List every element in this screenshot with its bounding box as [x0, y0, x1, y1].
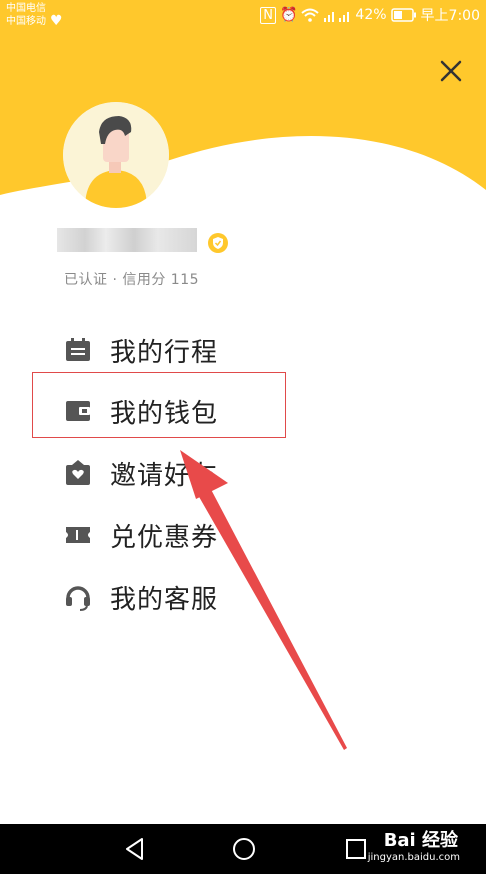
annotation-highlight-box	[32, 372, 286, 438]
nfc-icon: N	[260, 6, 276, 24]
status-bar: 中国电信 中国移动 ♥ N ⏰ 42% 早上7:00	[0, 0, 486, 32]
battery-percent: 42%	[355, 7, 387, 23]
wifi-icon	[301, 8, 320, 22]
user-avatar-icon	[63, 102, 169, 208]
menu-item-label: 我的客服	[110, 584, 219, 615]
navigation-bar: Bai 经验 jingyan.baidu.com	[0, 824, 486, 874]
menu-item-customer-service[interactable]: 我的客服	[62, 575, 302, 619]
menu-item-redeem-coupon[interactable]: 兑优惠券	[62, 513, 302, 557]
recent-apps-icon[interactable]	[343, 836, 369, 862]
close-icon[interactable]	[436, 56, 466, 86]
status-indicators: N ⏰ 42% 早上7:00	[260, 6, 480, 24]
heart-icon: ♥	[50, 13, 63, 29]
back-icon[interactable]	[122, 836, 148, 862]
carrier-info: 中国电信 中国移动 ♥	[6, 2, 63, 28]
menu-item-label: 我的行程	[110, 337, 219, 368]
watermark-brand: Bai 经验	[383, 830, 458, 851]
menu-item-label: 邀请好友	[110, 460, 219, 491]
ticket-icon	[62, 519, 94, 551]
menu-item-label: 兑优惠券	[110, 522, 219, 553]
avatar[interactable]	[63, 102, 169, 208]
verified-badge-icon	[208, 233, 228, 253]
verification-credit-score: 已认证 · 信用分 115	[64, 272, 200, 288]
watermark-url: jingyan.baidu.com	[367, 852, 460, 863]
home-icon[interactable]	[231, 836, 257, 862]
alarm-icon: ⏰	[279, 7, 298, 23]
carrier-2: 中国移动	[6, 16, 46, 27]
gift-heart-icon	[62, 457, 94, 489]
user-name-blurred	[57, 228, 197, 252]
clock: 早上7:00	[420, 8, 480, 24]
calendar-icon	[62, 334, 94, 366]
headset-icon	[62, 581, 94, 613]
menu-item-invite-friends[interactable]: 邀请好友	[62, 451, 302, 495]
signal-icon	[324, 12, 350, 22]
battery-icon	[390, 8, 416, 22]
menu-item-my-trips[interactable]: 我的行程	[62, 328, 302, 372]
